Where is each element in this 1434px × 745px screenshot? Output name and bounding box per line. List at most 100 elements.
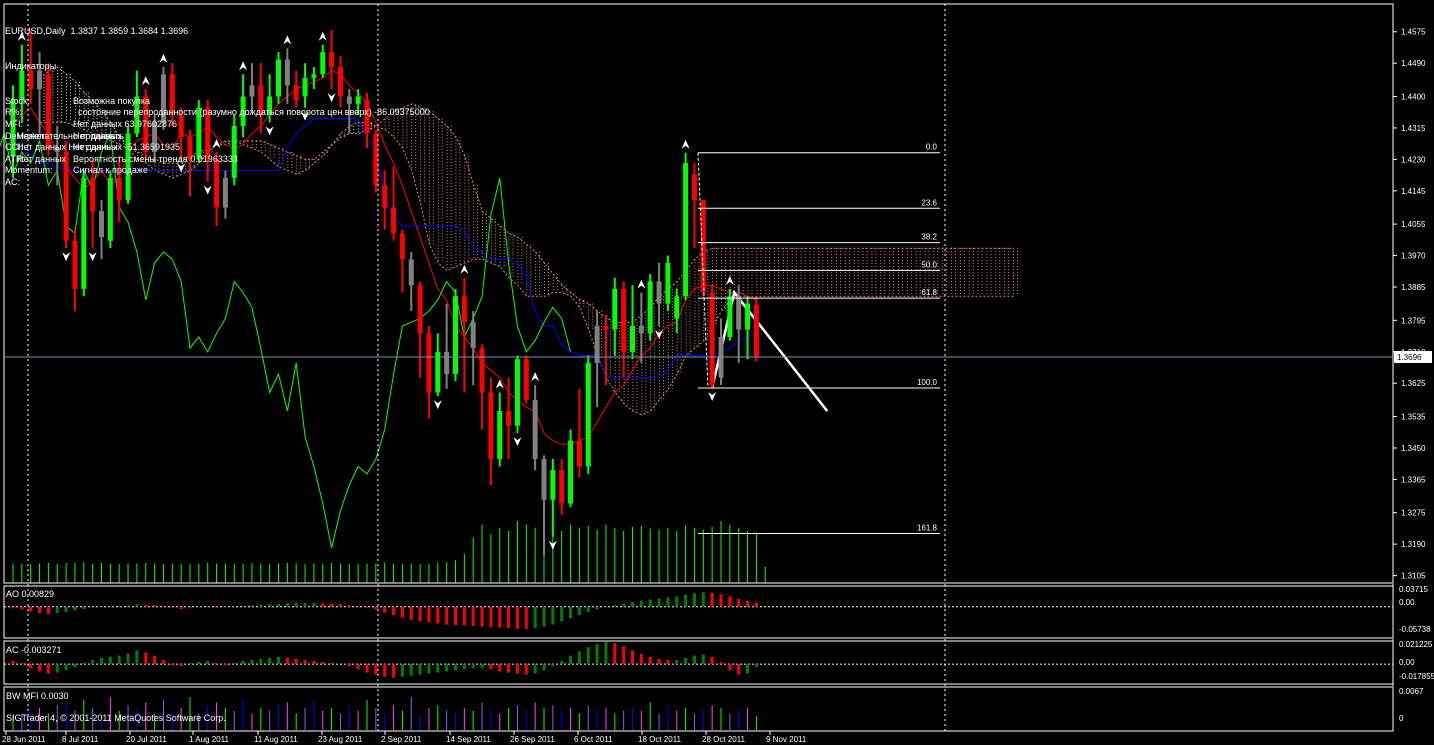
date-axis-label: 28 Oct 2011 bbox=[702, 735, 746, 744]
candle-body bbox=[523, 359, 529, 400]
chart-header: EURUSD,Daily 1.3837 1.3859 1.3684 1.3696 bbox=[5, 26, 430, 38]
symbol-label: EURUSD,Daily bbox=[5, 26, 66, 37]
price-axis-label: 1.4230 bbox=[1401, 155, 1426, 164]
indicator-row: AC: bbox=[5, 177, 430, 189]
price-axis-label: 1.3190 bbox=[1401, 540, 1426, 549]
date-axis-label: 26 Sep 2011 bbox=[510, 735, 555, 744]
candle-body bbox=[470, 322, 476, 349]
indicator-name: MFI: bbox=[5, 118, 23, 129]
candle-body bbox=[683, 163, 689, 297]
ao-axis-label: -0.05738 bbox=[1399, 625, 1431, 634]
candle-body bbox=[382, 185, 388, 208]
ac-signal-line: Нежелательно продавать bbox=[17, 130, 124, 141]
ac-signal-rows: Нежелательно продавать Нет данных Нет дан… bbox=[5, 130, 430, 164]
date-axis-label: 11 Aug 2011 bbox=[254, 735, 298, 744]
candle-body bbox=[745, 303, 751, 330]
date-axis-label: 9 Nov 2011 bbox=[766, 735, 807, 744]
indicator-row: Momentum: Сигнал к продаже bbox=[5, 165, 430, 177]
fib-level-label: 50.0 bbox=[921, 260, 937, 269]
candle-body bbox=[506, 410, 512, 426]
price-axis-label: 1.4575 bbox=[1401, 28, 1426, 37]
price-axis-label: 1.3970 bbox=[1401, 252, 1426, 261]
ac-axis-label: -0.017855 bbox=[1399, 672, 1434, 681]
indicator-row: Stock: Возможна покупка bbox=[5, 96, 430, 108]
candle-body bbox=[408, 259, 414, 286]
candle-body bbox=[497, 410, 503, 460]
current-price-label: 1.3696 bbox=[1397, 353, 1422, 362]
candle-body bbox=[753, 304, 759, 357]
ac-axis-label: 0.00 bbox=[1399, 658, 1415, 667]
ac-axis-label: 0.021225 bbox=[1399, 640, 1433, 649]
fib-level-label: 38.2 bbox=[921, 233, 937, 242]
bwmfi-axis-label: 0 bbox=[1399, 714, 1404, 723]
date-axis-label: 1 Aug 2011 bbox=[189, 735, 229, 744]
candle-body bbox=[488, 392, 494, 460]
candle-body bbox=[576, 440, 582, 467]
price-axis-label: 1.3450 bbox=[1401, 444, 1426, 453]
date-axis-label: 2 Sep 2011 bbox=[381, 735, 422, 744]
candle-body bbox=[426, 333, 432, 393]
candle-body bbox=[99, 211, 104, 238]
candle-body bbox=[727, 296, 733, 337]
fibonacci-retracement[interactable]: 0.0 23.6 38.2 50.0 61.8 100.0 161.8 bbox=[697, 143, 940, 534]
oscillator-subwindows: 0.03715 0.00 -0.05738 0.021225 0.00 -0.017855… bbox=[4, 585, 1434, 730]
date-axis-label: 8 Jul 2011 bbox=[62, 735, 99, 744]
indicator-value: Вероятность смены тренда 0.01963333 bbox=[73, 153, 238, 164]
fib-level-label: 23.6 bbox=[921, 198, 937, 207]
candle-body bbox=[479, 348, 485, 393]
ao-axis-label: 0.00 bbox=[1399, 598, 1415, 607]
candle-body bbox=[647, 281, 653, 334]
fractal-down-arrow-icon bbox=[88, 252, 97, 262]
fractal-up-arrow-icon bbox=[637, 279, 646, 289]
fractal-up-arrow-icon bbox=[725, 275, 734, 285]
candle-body bbox=[691, 174, 697, 201]
candle-body bbox=[568, 440, 574, 504]
ac-title: AC -0.003271 bbox=[6, 645, 62, 655]
candle-body bbox=[550, 470, 556, 500]
candle-body bbox=[417, 285, 423, 334]
candle-body bbox=[435, 351, 441, 393]
fractal-down-arrow-icon bbox=[62, 252, 71, 262]
candle-body bbox=[638, 325, 644, 334]
fib-level-label: 0.0 bbox=[926, 143, 938, 152]
copyright-label: SIGTrader 4, © 2001-2011 MetaQuotes Soft… bbox=[6, 713, 226, 723]
indicator-name: AC: bbox=[5, 176, 21, 187]
date-axis-label: 18 Oct 2011 bbox=[638, 735, 682, 744]
candle-body bbox=[621, 288, 627, 352]
fractal-down-arrow-icon bbox=[433, 400, 442, 410]
candle-body bbox=[585, 362, 591, 467]
candle-body bbox=[612, 288, 618, 330]
price-axis-label: 1.4315 bbox=[1401, 124, 1426, 133]
price-axis-label: 1.3275 bbox=[1401, 509, 1426, 518]
fractal-up-arrow-icon bbox=[681, 139, 690, 149]
fib-level-label: 61.8 bbox=[921, 288, 937, 297]
date-axis-label: 28 Jun 2011 bbox=[2, 735, 46, 744]
candle-body bbox=[656, 281, 662, 304]
ao-title: AO 0.00829 bbox=[6, 589, 55, 599]
bwmfi-axis-label: 0.0067 bbox=[1399, 687, 1424, 696]
indicator-name: Momentum: bbox=[5, 165, 53, 176]
candle-body bbox=[541, 459, 547, 500]
indicator-name: R%: bbox=[5, 107, 23, 118]
candle-body bbox=[514, 359, 520, 426]
fractal-up-arrow-icon bbox=[495, 379, 504, 389]
indicator-value: Нет данных 63.97602876 bbox=[73, 118, 178, 129]
price-axis-label: 1.4055 bbox=[1401, 220, 1426, 229]
subwindow-border bbox=[3, 686, 1394, 732]
indicators-title: Индикаторы bbox=[5, 60, 57, 71]
subwindow-border bbox=[3, 640, 1394, 685]
subwindow-border bbox=[3, 585, 1394, 639]
ohlc-values: 1.3837 1.3859 1.3684 1.3696 bbox=[70, 26, 189, 37]
fib-level-label: 100.0 bbox=[917, 378, 938, 387]
candle-body bbox=[453, 296, 458, 374]
price-axis-label: 1.4400 bbox=[1401, 92, 1426, 101]
candle-body bbox=[461, 296, 467, 323]
fractal-down-arrow-icon bbox=[708, 392, 717, 402]
date-axis-label: 14 Sep 2011 bbox=[446, 735, 491, 744]
date-axis-label: 23 Aug 2011 bbox=[318, 735, 363, 744]
date-axis-label: 20 Jul 2011 bbox=[126, 735, 167, 744]
date-axis-label: 6 Oct 2011 bbox=[574, 735, 613, 744]
candle-body bbox=[665, 262, 671, 304]
candle-body bbox=[709, 292, 715, 386]
price-axis-label: 1.3365 bbox=[1401, 475, 1426, 484]
